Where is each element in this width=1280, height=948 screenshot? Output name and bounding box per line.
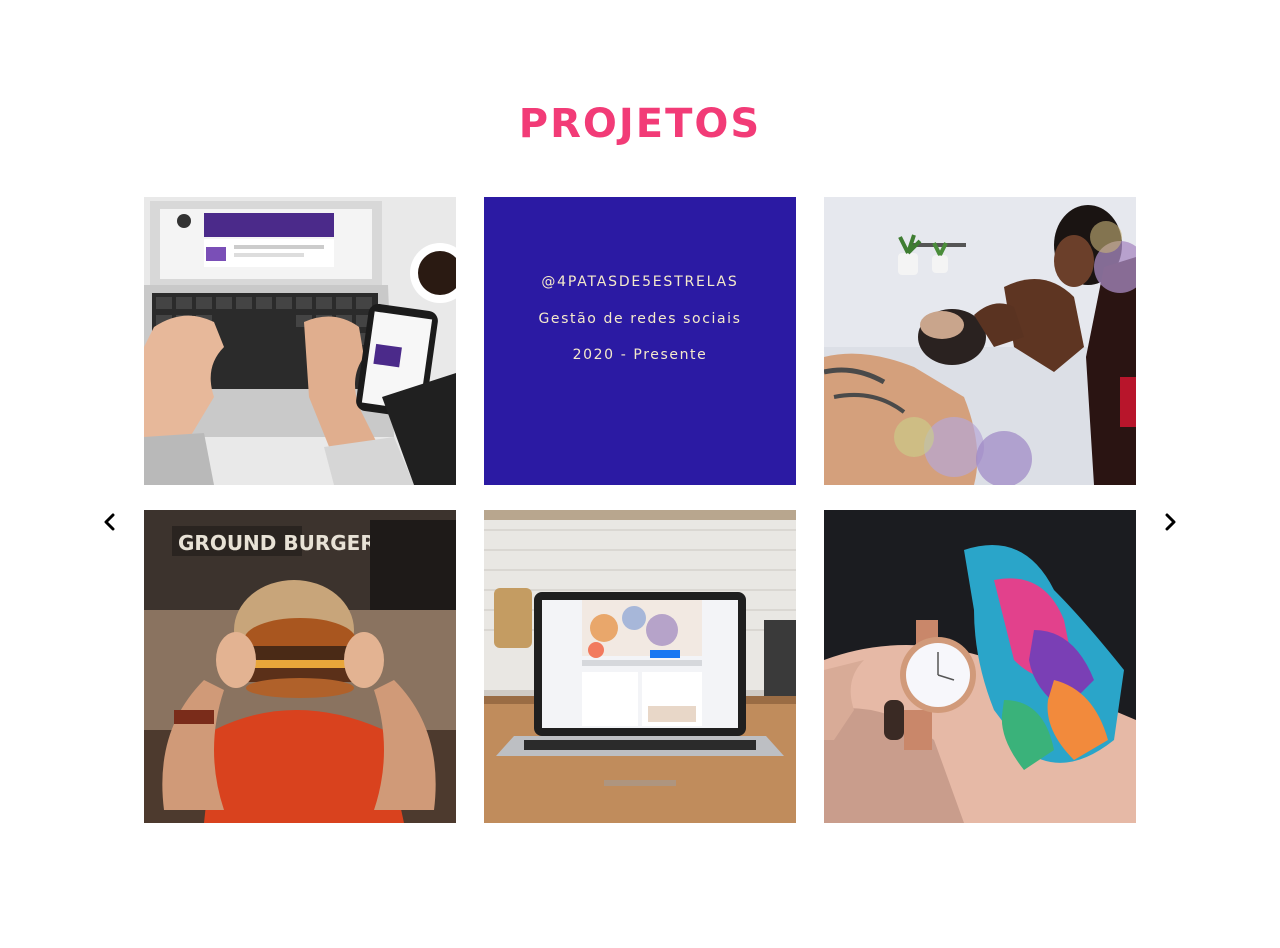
svg-text:GROUND BURGER: GROUND BURGER — [178, 531, 376, 555]
gallery-next-button[interactable] — [1159, 511, 1181, 533]
chevron-right-icon — [1165, 513, 1176, 531]
chevron-left-icon — [104, 513, 115, 531]
gallery-item-makeup-artist[interactable] — [824, 197, 1136, 485]
gallery-prev-button[interactable] — [99, 511, 121, 533]
gallery-item-burger[interactable]: GROUND BURGER — [144, 510, 456, 823]
laptop-facebook-image — [484, 510, 796, 823]
makeup-artist-image — [824, 197, 1136, 485]
watch-scarf-image — [824, 510, 1136, 823]
project-service: Gestão de redes sociais — [538, 310, 742, 327]
projects-gallery: @4PATASDE5ESTRELAS Gestão de redes socia… — [0, 0, 1280, 948]
gallery-item-laptop-facebook[interactable] — [484, 510, 796, 823]
project-period: 2020 - Presente — [572, 347, 708, 363]
project-handle: @4PATASDE5ESTRELAS — [541, 274, 739, 290]
laptop-typing-image — [144, 197, 456, 485]
burger-image: GROUND BURGER — [144, 510, 456, 823]
gallery-item-4patasde5estrelas[interactable]: @4PATASDE5ESTRELAS Gestão de redes socia… — [484, 197, 796, 485]
gallery-item-watch-scarf[interactable] — [824, 510, 1136, 823]
gallery-item-laptop-typing[interactable] — [144, 197, 456, 485]
